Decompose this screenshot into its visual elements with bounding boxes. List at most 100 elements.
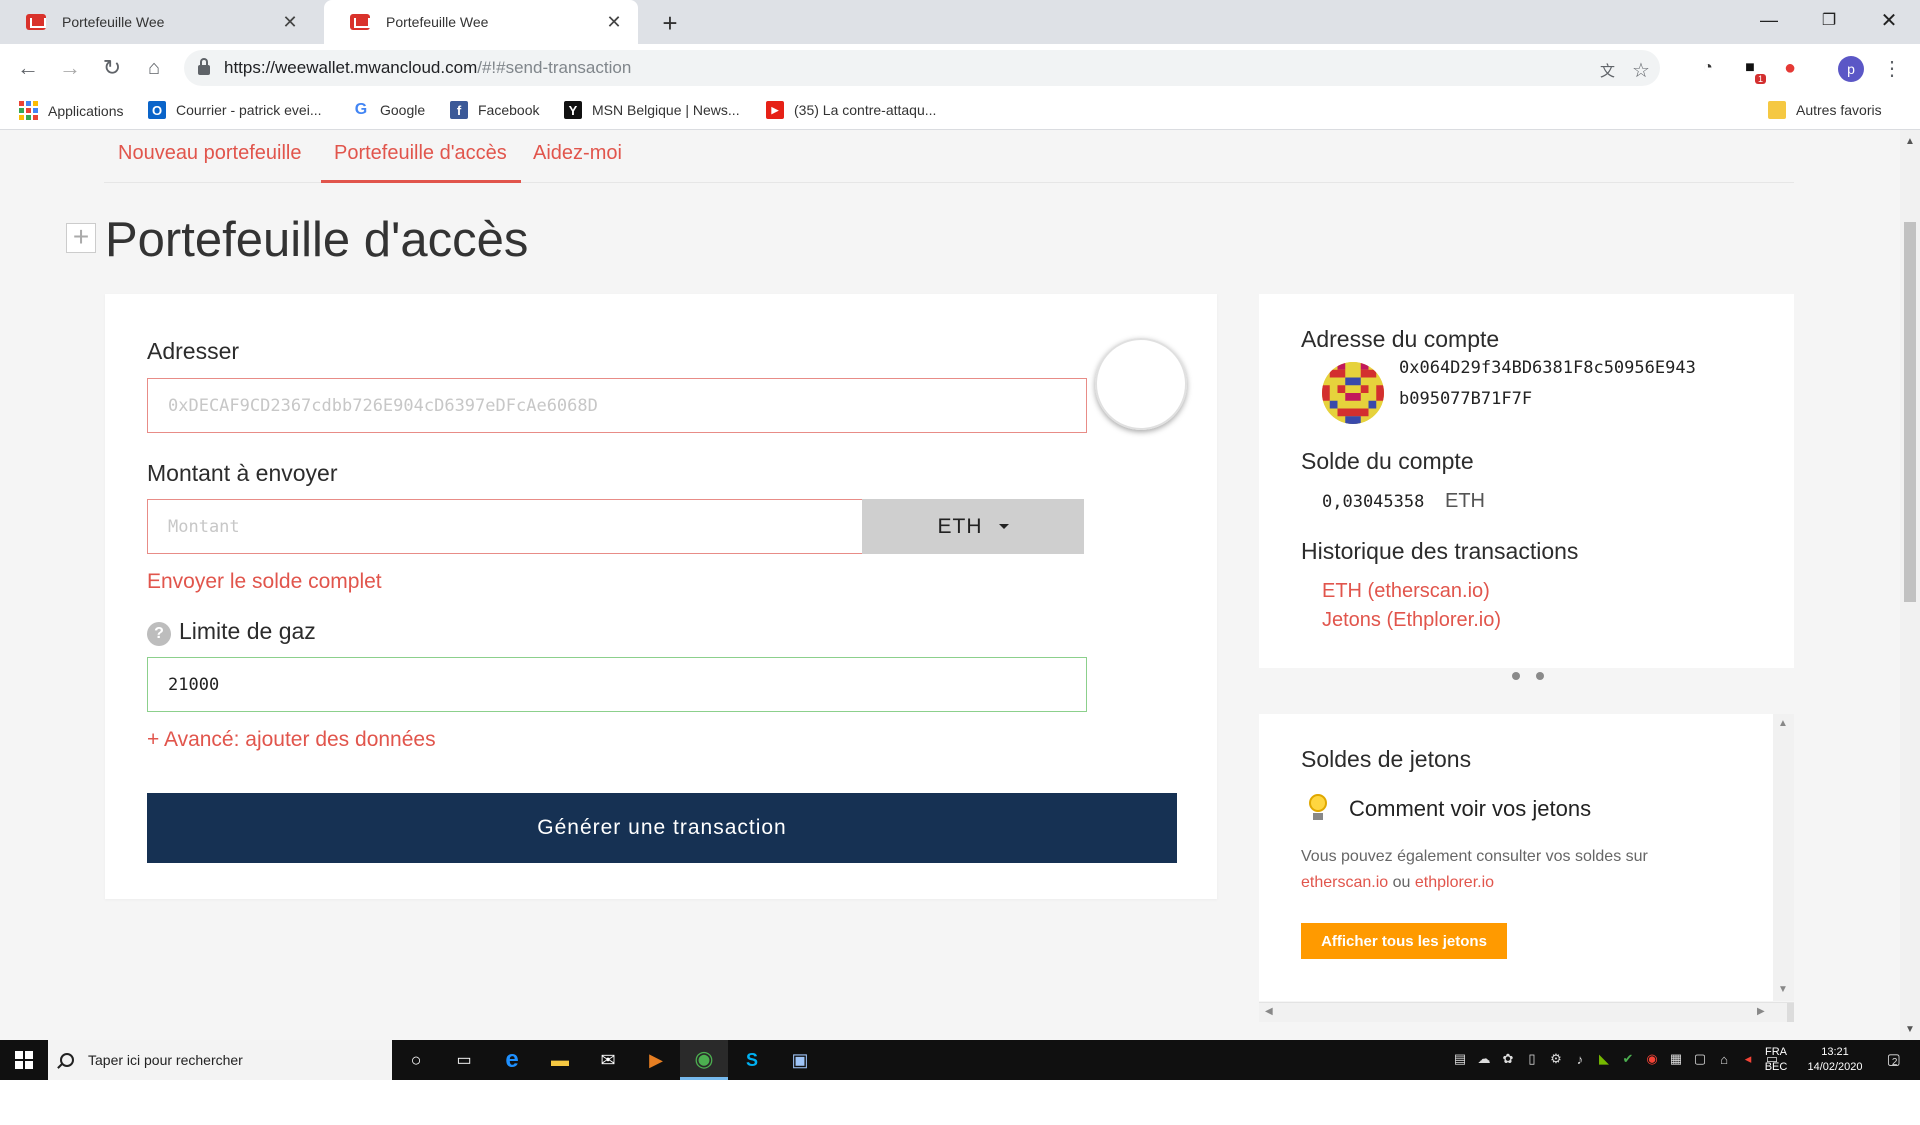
bookmark-msn[interactable]: Y MSN Belgique | News... [564, 101, 740, 119]
bookmark-google[interactable]: G Google [352, 101, 425, 119]
chrome-taskbar-icon[interactable]: ◉ [680, 1040, 728, 1080]
gas-limit-label: Limite de gaz [179, 618, 316, 644]
ethplorer-history-link[interactable]: Jetons (Ethplorer.io) [1322, 609, 1501, 632]
page-vertical-scrollbar[interactable]: ▲ ▼ [1900, 130, 1920, 1040]
gas-limit-input[interactable]: 21000 [147, 657, 1087, 712]
bookmark-courrier[interactable]: O Courrier - patrick evei... [148, 101, 321, 119]
profile-avatar[interactable]: p [1838, 56, 1864, 82]
tray-icon[interactable]: ⚙ [1548, 1051, 1564, 1067]
opera-vpn-icon[interactable]: ● [1778, 56, 1802, 80]
bookmark-applications[interactable]: Applications [19, 101, 124, 120]
scroll-up-arrow-icon[interactable]: ▲ [1905, 136, 1915, 147]
scroll-left-arrow-icon[interactable]: ◀ [1265, 1006, 1273, 1017]
scroll-up-arrow-icon[interactable]: ▲ [1778, 718, 1788, 729]
windows-start-icon[interactable] [0, 1040, 48, 1080]
nvidia-icon[interactable]: ◣ [1596, 1051, 1612, 1067]
tray-icon[interactable]: ▤ [1452, 1051, 1468, 1067]
scroll-down-arrow-icon[interactable]: ▼ [1778, 984, 1788, 995]
windows-taskbar: Taper ici pour rechercher ○ ▭ e ▬ ✉ ▶ ◉ … [0, 1040, 1920, 1080]
input-language[interactable]: FRA BEC [1762, 1045, 1790, 1075]
carousel-dot[interactable] [1512, 672, 1520, 680]
skype-icon[interactable]: S [728, 1040, 776, 1080]
new-tab-plus-icon[interactable]: + [656, 8, 684, 39]
tab-new-wallet[interactable]: Nouveau portefeuille [118, 142, 301, 165]
tray-check-icon[interactable]: ✔ [1620, 1051, 1636, 1067]
tab-help[interactable]: Aidez-moi [533, 142, 622, 165]
tray-icon[interactable]: ◂ [1740, 1051, 1756, 1067]
close-tab-icon[interactable]: ✕ [604, 12, 624, 33]
url-host: https://weewallet.mwancloud.com [224, 58, 478, 77]
tray-icon[interactable]: ▢ [1692, 1051, 1708, 1067]
extension-icon[interactable]: ■ 1 [1738, 56, 1766, 84]
scrollbar-thumb[interactable] [1904, 222, 1916, 602]
tab-access-wallet[interactable]: Portefeuille d'accès [334, 142, 507, 165]
currency-label: ETH [937, 514, 983, 538]
tokens-horizontal-scrollbar[interactable]: ◀ ▶ [1259, 1002, 1794, 1022]
scroll-down-arrow-icon[interactable]: ▼ [1905, 1024, 1915, 1035]
browser-tab-active[interactable]: Portefeuille Wee ✕ [324, 0, 638, 44]
advanced-add-data-link[interactable]: + Avancé: ajouter des données [147, 728, 436, 752]
bookmark-facebook[interactable]: f Facebook [450, 101, 539, 119]
generate-transaction-button[interactable]: Générer une transaction [147, 793, 1177, 863]
carousel-dot[interactable] [1536, 672, 1544, 680]
tokens-help-text-mid: ou [1392, 874, 1411, 891]
app-window-icon[interactable]: ▣ [776, 1040, 824, 1080]
reload-icon[interactable]: ↻ [96, 52, 128, 84]
edge-browser-icon[interactable]: e [488, 1040, 536, 1080]
lang-bottom: BEC [1764, 1061, 1788, 1073]
help-question-icon[interactable]: ? [147, 622, 171, 646]
mail-icon[interactable]: ✉ [584, 1040, 632, 1080]
media-player-icon[interactable]: ▶ [632, 1040, 680, 1080]
back-arrow-icon[interactable]: ← [12, 52, 44, 84]
lock-icon [198, 58, 210, 75]
cortana-icon[interactable]: ○ [392, 1040, 440, 1080]
show-all-tokens-button[interactable]: Afficher tous les jetons [1301, 923, 1507, 959]
url-bar[interactable]: https://weewallet.mwancloud.com /#!#send… [184, 50, 1660, 86]
close-tab-icon[interactable]: ✕ [280, 12, 300, 33]
speedometer-icon[interactable]: ◔ [1696, 56, 1720, 80]
tray-icon[interactable]: ▦ [1668, 1051, 1684, 1067]
transaction-history-heading: Historique des transactions [1301, 538, 1579, 564]
close-window-icon[interactable]: ✕ [1860, 0, 1918, 40]
bookmark-other-favorites[interactable]: Autres favoris [1768, 101, 1882, 119]
address-label: Adresser [147, 338, 240, 364]
bookmark-star-icon[interactable]: ☆ [1632, 58, 1650, 83]
file-explorer-icon[interactable]: ▬ [536, 1040, 584, 1080]
scroll-right-arrow-icon[interactable]: ▶ [1757, 1006, 1765, 1017]
minimize-window-icon[interactable]: — [1740, 0, 1798, 40]
bookmark-label: (35) La contre-attaqu... [794, 102, 937, 118]
address-input[interactable]: 0xDECAF9CD2367cdbb726E904cD6397eDFcAe606… [147, 378, 1087, 433]
tray-chrome-icon[interactable]: ◉ [1644, 1051, 1660, 1067]
currency-dropdown[interactable]: ETH [862, 499, 1084, 554]
send-entire-balance-link[interactable]: Envoyer le solde complet [147, 570, 382, 594]
taskbar-search-input[interactable]: Taper ici pour rechercher [48, 1040, 392, 1080]
bookmark-youtube[interactable]: ▶ (35) La contre-attaqu... [766, 101, 936, 119]
ethplorer-link[interactable]: ethplorer.io [1415, 874, 1494, 891]
tokens-vertical-scrollbar[interactable]: ▲ ▼ [1773, 714, 1794, 1001]
task-view-icon[interactable]: ▭ [440, 1040, 488, 1080]
tray-battery-icon[interactable]: ▯ [1524, 1051, 1540, 1067]
weewallet-favicon-icon [26, 14, 46, 30]
restore-window-icon[interactable]: ❐ [1800, 0, 1858, 40]
forward-arrow-icon[interactable]: → [54, 52, 86, 84]
clock-time: 13:21 [1821, 1046, 1849, 1058]
clock[interactable]: 13:21 14/02/2020 [1800, 1045, 1870, 1075]
etherscan-history-link[interactable]: ETH (etherscan.io) [1322, 580, 1490, 603]
tray-icon[interactable]: ☁ [1476, 1051, 1492, 1067]
msn-icon: Y [564, 101, 582, 119]
tray-icon[interactable]: ⌂ [1716, 1051, 1732, 1067]
volume-icon[interactable]: ♪ [1572, 1051, 1588, 1067]
menu-kebab-icon[interactable]: ⋮ [1880, 56, 1904, 80]
notification-center-icon[interactable]: ▢ 2 [1884, 1051, 1901, 1068]
etherscan-link[interactable]: etherscan.io [1301, 874, 1388, 891]
screen-bottom-area [0, 1080, 1920, 1125]
amount-input[interactable]: Montant [147, 499, 863, 554]
translate-icon[interactable]: 文 [1600, 60, 1615, 81]
expand-plus-icon[interactable]: + [66, 223, 96, 253]
browser-tab[interactable]: Portefeuille Wee ✕ [0, 0, 314, 44]
windows-logo-icon [15, 1051, 33, 1069]
tray-icon[interactable]: ✿ [1500, 1051, 1516, 1067]
browser-tab-bar: Portefeuille Wee ✕ Portefeuille Wee ✕ + … [0, 0, 1920, 44]
facebook-icon: f [450, 101, 468, 119]
home-icon[interactable]: ⌂ [138, 52, 170, 84]
